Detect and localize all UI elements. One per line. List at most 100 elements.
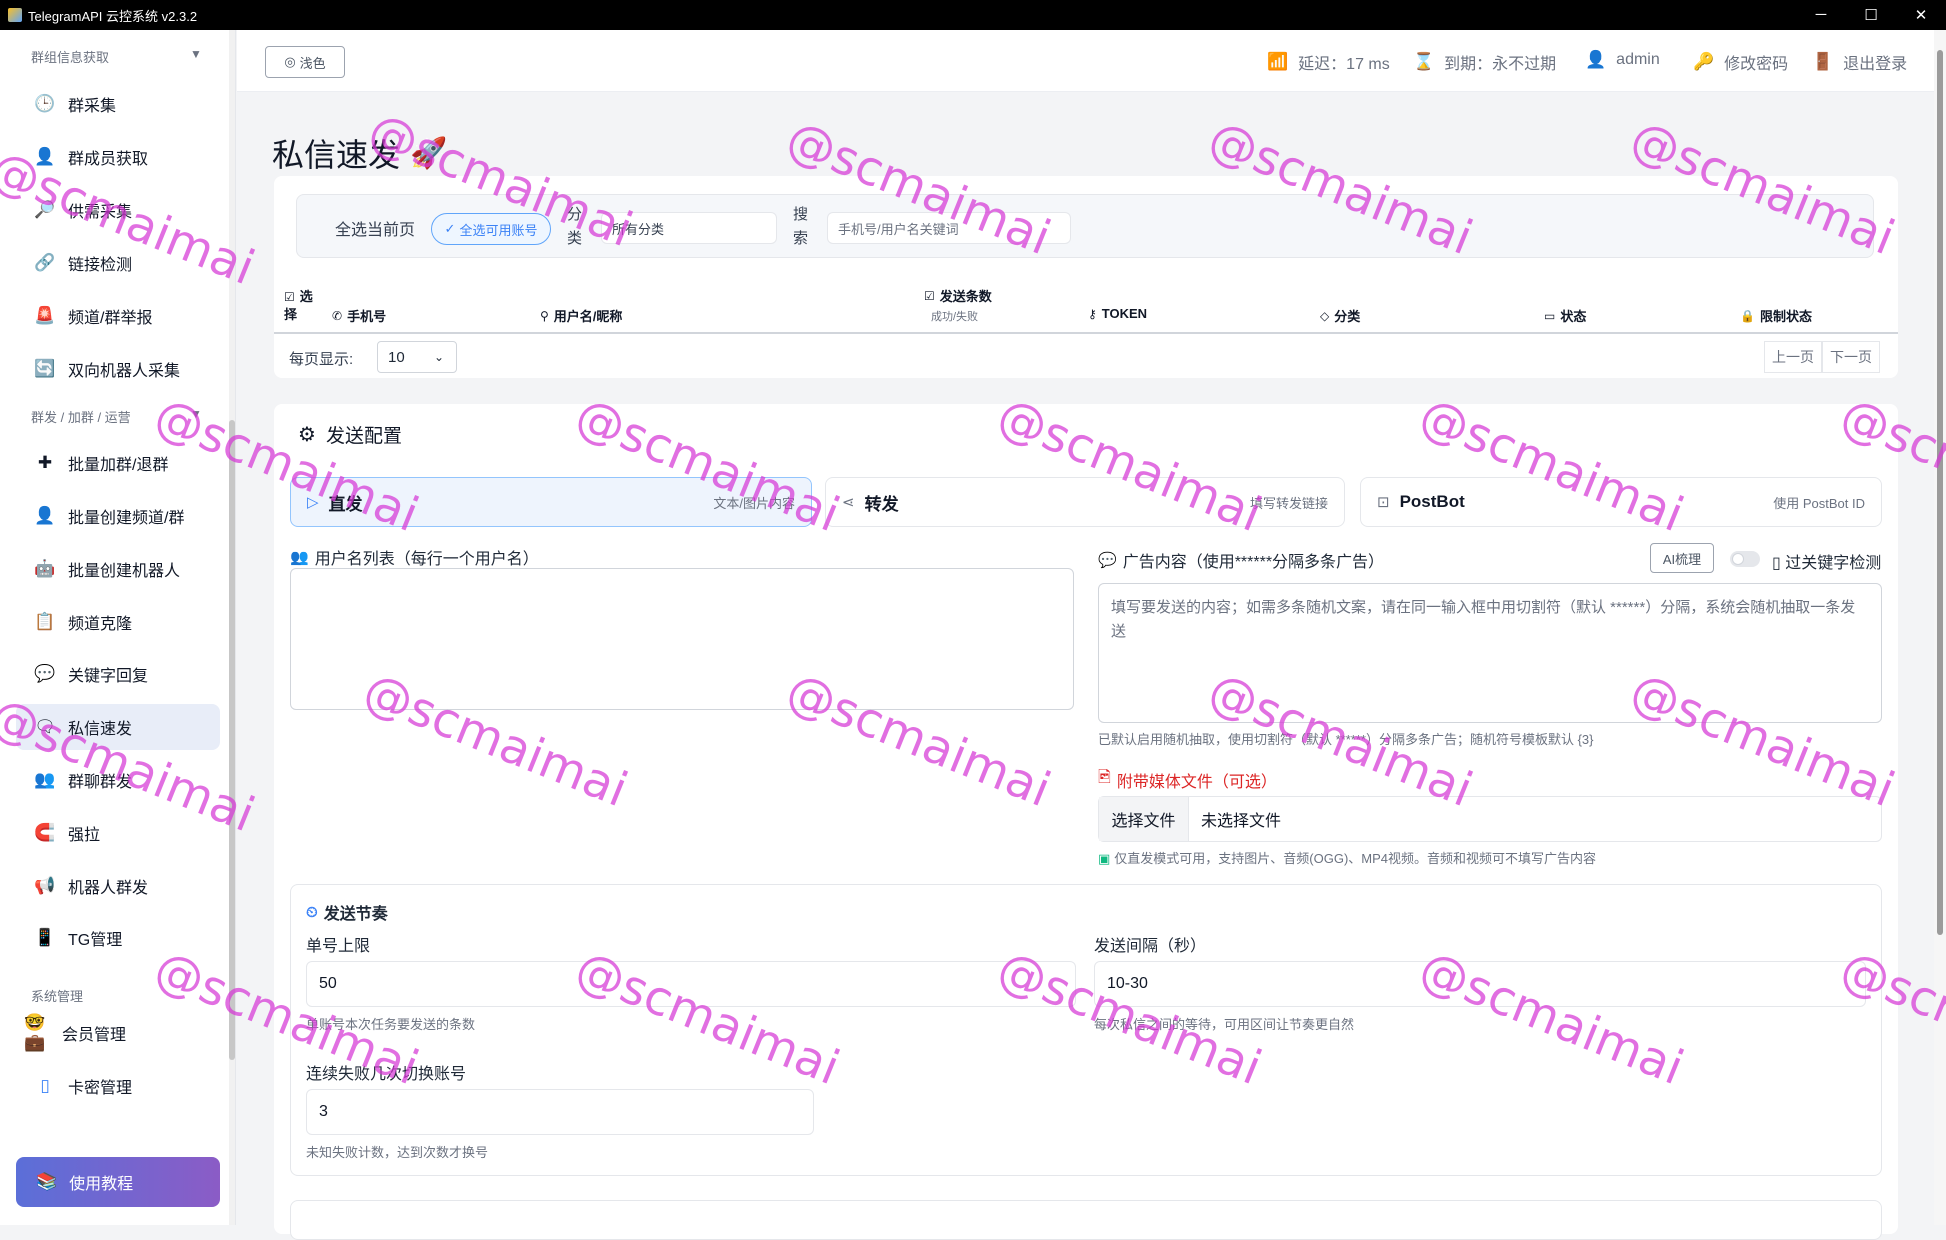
sidebar-item-bot-collect[interactable]: 🔄 双向机器人采集 — [16, 346, 220, 392]
palette-icon: ◎ — [284, 54, 296, 69]
interval-hint: 每次私信之间的等待，可用区间让节奏更自然 — [1094, 1017, 1355, 1032]
key-icon: 🔑 — [1693, 52, 1715, 71]
user-menu[interactable]: 👤 admin — [1585, 50, 1660, 70]
limit-input[interactable]: 50 — [306, 961, 1076, 1007]
file-input[interactable]: 选择文件 未选择文件 — [1098, 796, 1882, 842]
tutorial-button[interactable]: 📚 使用教程 — [16, 1157, 220, 1207]
skip-keyword-check[interactable]: ▯ 过关键字检测 — [1772, 549, 1881, 573]
media-hint: ▣ 仅直发模式可用，支持图片、音频(OGG)、MP4视频。音频和视频可不填写广告内… — [1098, 851, 1597, 866]
member-icon: 🤓💼 — [24, 1013, 46, 1052]
choose-file-button[interactable]: 选择文件 — [1099, 797, 1189, 841]
door-icon: 🚪 — [1812, 52, 1834, 71]
sidebar-item-create-channel[interactable]: 👤 批量创建频道/群 — [16, 493, 220, 539]
mode-postbot[interactable]: ⊡ PostBot 使用 PostBot ID — [1360, 477, 1882, 527]
ad-content-label: 💬 广告内容（使用******分隔多条广告） — [1098, 552, 1385, 571]
sidebar-item-link-check[interactable]: 🔗 链接检测 — [16, 240, 220, 286]
username-list-label: 👥 用户名列表（每行一个用户名） — [290, 549, 539, 568]
prev-page-button[interactable]: 上一页 — [1764, 341, 1822, 373]
select-available-button[interactable]: ✓ 全选可用账号 — [431, 213, 551, 245]
sidebar-item-tg-manage[interactable]: 📱 TG管理 — [16, 915, 220, 961]
robot-icon: 🤖 — [34, 559, 56, 578]
search-input[interactable]: 手机号/用户名关键词 — [827, 212, 1071, 244]
message-icon: 🗨 — [34, 717, 56, 736]
sidebar-item-report[interactable]: 🚨 频道/群举报 — [16, 293, 220, 339]
fail-switch-label: 连续失败几次切换账号 — [306, 1066, 467, 1083]
sidebar-scrollbar[interactable] — [229, 30, 235, 1225]
fail-switch-input[interactable]: 3 — [306, 1089, 814, 1135]
image-icon: ▣ — [1098, 851, 1111, 866]
image-icon: 🖻 — [1098, 769, 1111, 786]
sidebar-item-force-pull[interactable]: 🧲 强拉 — [16, 810, 220, 856]
keyword-check-toggle[interactable] — [1730, 551, 1760, 567]
link-icon: 🔗 — [34, 253, 56, 272]
sidebar-item-keyword-reply[interactable]: 💬 关键字回复 — [16, 651, 220, 697]
close-button[interactable]: ✕ — [1896, 6, 1946, 24]
page-title: 私信速发 🚀 — [272, 136, 448, 174]
group-icon: 👥 — [34, 770, 56, 789]
interval-input[interactable]: 10-30 — [1094, 961, 1866, 1007]
chart-icon: 📶 — [1267, 52, 1289, 71]
column-sent-sub: 成功/失败 — [931, 311, 979, 323]
user-icon: 👤 — [1585, 50, 1607, 69]
clipboard-icon: 📋 — [34, 612, 56, 631]
sidebar-item-group-broadcast[interactable]: 👥 群聊群发 — [16, 757, 220, 803]
app-icon — [8, 8, 22, 22]
sidebar-item-member-manage[interactable]: 🤓💼 会员管理 — [16, 1010, 220, 1056]
page-size-select[interactable]: 10 ⌄ — [377, 341, 457, 373]
sidebar-item-card-manage[interactable]: ▯ 卡密管理 — [16, 1063, 220, 1109]
latency-status: 📶 延迟：17 ms — [1267, 52, 1390, 73]
sidebar-item-group-collect[interactable]: 🕒 群采集 — [16, 81, 220, 127]
search-icon: 🔎 — [34, 200, 56, 219]
key-icon: ⚷ — [1088, 306, 1097, 321]
robot-icon: ⊡ — [1377, 494, 1390, 511]
checkbox-icon: ▯ — [1772, 555, 1786, 572]
sidebar-item-batch-join[interactable]: ✚ 批量加群/退群 — [16, 440, 220, 486]
expiry-status: ⌛ 到期：永不过期 — [1413, 52, 1557, 73]
page-size-label: 每页显示: — [289, 351, 354, 368]
next-page-button[interactable]: 下一页 — [1822, 341, 1880, 373]
refresh-icon: 🔄 — [34, 359, 56, 378]
gear-icon: ⚙ — [298, 424, 316, 446]
category-select[interactable]: 所有分类 — [601, 212, 777, 244]
logout-link[interactable]: 🚪 退出登录 — [1812, 50, 1907, 74]
limit-label: 单号上限 — [306, 938, 371, 955]
limit-hint: 单账号本次任务要发送的条数 — [306, 1017, 476, 1032]
chevron-down-icon[interactable]: ▼ — [190, 47, 202, 61]
chat-icon: 💬 — [34, 664, 56, 683]
sidebar-section-title: 系统管理 — [31, 989, 84, 1004]
clock-icon: 🕒 — [34, 94, 56, 113]
sidebar-section-title: 群发 / 加群 / 运营 — [31, 410, 131, 425]
book-icon: 📚 — [36, 1172, 58, 1191]
select-page-button[interactable]: 全选当前页 — [335, 216, 415, 240]
sidebar-item-channel-clone[interactable]: 📋 频道克隆 — [16, 599, 220, 645]
mode-forward[interactable]: ⋖ 转发 填写转发链接 — [825, 477, 1345, 527]
column-select: ☑ 选择 — [284, 289, 313, 322]
sidebar-item-supply-collect[interactable]: 🔎 供需采集 — [16, 187, 220, 233]
window-title: TelegramAPI 云控系统 v2.3.2 — [28, 8, 198, 24]
checkbox-icon: ☑ — [924, 288, 935, 303]
check-icon: ✓ — [444, 221, 456, 236]
minimize-button[interactable]: ─ — [1796, 6, 1846, 24]
main-scrollbar[interactable] — [1934, 30, 1946, 1225]
change-password-link[interactable]: 🔑 修改密码 — [1693, 50, 1788, 74]
mode-direct[interactable]: ▷ 直发 文本/图片内容 — [290, 477, 812, 527]
column-phone: ✆ 手机号 — [332, 308, 387, 325]
maximize-button[interactable]: ☐ — [1846, 6, 1896, 24]
sidebar-item-dm-send[interactable]: 🗨 私信速发 — [16, 704, 220, 750]
chevron-down-icon[interactable]: ▼ — [190, 407, 202, 421]
sidebar-item-create-bot[interactable]: 🤖 批量创建机器人 — [16, 546, 220, 592]
column-status: ▭ 状态 — [1544, 308, 1587, 325]
send-icon: ▷ — [307, 494, 319, 511]
magnet-icon: 🧲 — [34, 823, 56, 842]
sidebar-item-bot-broadcast[interactable]: 📢 机器人群发 — [16, 863, 220, 909]
theme-toggle-button[interactable]: ◎ 浅色 — [265, 46, 345, 78]
sidebar-item-member-fetch[interactable]: 👤 群成员获取 — [16, 134, 220, 180]
phone-icon: 📱 — [34, 928, 56, 947]
plus-icon: ✚ — [37, 453, 53, 472]
send-config-title: ⚙ 发送配置 — [298, 424, 402, 447]
username-list-textarea[interactable] — [290, 568, 1074, 710]
column-token: ⚷ TOKEN — [1088, 306, 1148, 321]
ai-organize-button[interactable]: AI梳理 — [1650, 543, 1714, 573]
users-icon: 👥 — [290, 549, 309, 566]
ad-content-textarea[interactable]: 填写要发送的内容；如需多条随机文案，请在同一输入框中用切割符（默认 ******… — [1098, 583, 1882, 723]
